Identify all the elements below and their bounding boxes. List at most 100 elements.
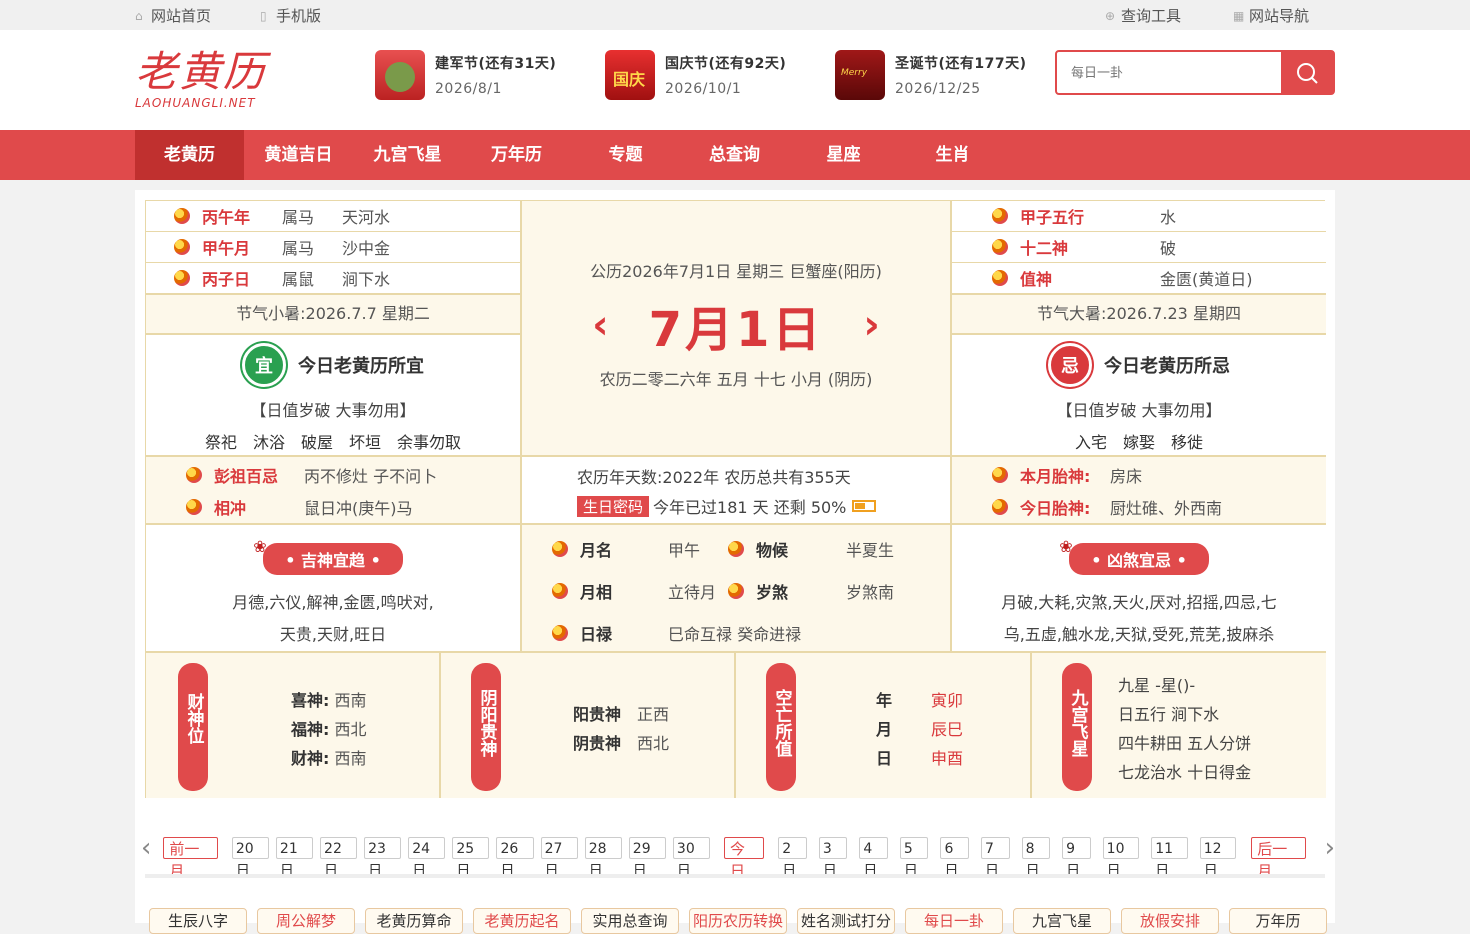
tool-link[interactable]: 万年历: [1229, 908, 1327, 934]
tool-link[interactable]: 阳历农历转换: [689, 908, 787, 934]
tool-link[interactable]: 姓名测试打分: [797, 908, 895, 934]
day-link[interactable]: 22日: [320, 837, 358, 879]
festival-item[interactable]: Merry 圣诞节(还有177天) 2026/12/25: [835, 50, 1027, 100]
caishen-panel: 财神位 喜神: 西南 福神: 西北 财神: 西南: [146, 652, 440, 798]
day-link[interactable]: 6日: [940, 837, 970, 879]
day-link[interactable]: 10日: [1102, 837, 1140, 879]
day-strip: ‹ 前一月 20日 21日 22日 23日 24日 25日 26日 27日 28日 29日 30日 …: [135, 830, 1335, 880]
day-link[interactable]: 29日: [628, 837, 666, 879]
nav-laohuangli[interactable]: 老黄历: [135, 130, 244, 180]
tool-link[interactable]: 九宫飞星: [1013, 908, 1111, 934]
home-link[interactable]: ⌂ 网站首页: [135, 5, 211, 26]
taiji-icon: [174, 270, 190, 286]
birthday-code-button[interactable]: 生日密码: [577, 495, 650, 517]
site-nav-link[interactable]: ▦ 网站导航: [1233, 5, 1309, 26]
tool-link[interactable]: 老黄历起名: [473, 908, 571, 934]
guishen-tag: 阴阳贵神: [471, 663, 501, 791]
wuxing-row: 甲子五行水: [952, 201, 1326, 232]
tool-link[interactable]: 每日一卦: [905, 908, 1003, 934]
nav-huangdaojiri[interactable]: 黄道吉日: [244, 130, 353, 180]
days-progress: 今年已过181 天 还剩 50%: [653, 498, 847, 517]
festival-image: Merry: [835, 50, 885, 100]
nav-zhuanti[interactable]: 专题: [571, 130, 680, 180]
day-link[interactable]: 3日: [818, 837, 848, 879]
ganzhi-row: 丙午年 属马 天河水: [146, 201, 520, 232]
day-link[interactable]: 27日: [540, 837, 578, 879]
prev-month-button[interactable]: 前一月: [163, 837, 218, 880]
tools-link[interactable]: ⊕ 查询工具: [1105, 5, 1181, 26]
tool-link[interactable]: 实用总查询: [581, 908, 679, 934]
divider: [145, 874, 1325, 878]
tool-links: 生辰八字 周公解梦 老黄历算命 老黄历起名 实用总查询 阳历农历转换 姓名测试打分 每日一卦九…: [149, 908, 1327, 934]
day-link[interactable]: 25日: [452, 837, 490, 879]
site-logo[interactable]: 老黄历 LAOHUANGLI.NET: [135, 48, 275, 118]
days-total: 农历年天数:2022年 农历总共有355天: [577, 468, 851, 487]
tool-link[interactable]: 生辰八字: [149, 908, 247, 934]
day-link[interactable]: 4日: [859, 837, 888, 879]
jiugong-panel: 九宫飞星 九星 -星()- 日五行 涧下水 四牛耕田 五人分饼 七龙治水 十日得…: [1031, 652, 1326, 798]
taiji-icon: [992, 499, 1008, 515]
tool-link[interactable]: 周公解梦: [257, 908, 355, 934]
yi-badge: 宜: [242, 343, 286, 387]
taiji-icon: [992, 467, 1008, 483]
wuxing-row: 十二神破: [952, 232, 1326, 263]
nav-xingzuo[interactable]: 星座: [789, 130, 898, 180]
taiji-icon: [992, 239, 1008, 255]
yi-title: 今日老黄历所宜: [298, 356, 424, 377]
taiji-icon: [186, 467, 202, 483]
day-link[interactable]: 28日: [584, 837, 622, 879]
guishen-panel: 阴阳贵神 阳贵神 正西 阴贵神 西北: [440, 652, 735, 798]
today-button[interactable]: 今日: [724, 837, 765, 880]
tool-link[interactable]: 老黄历算命: [365, 908, 463, 934]
day-link[interactable]: 8日: [1021, 837, 1051, 879]
day-link[interactable]: 23日: [364, 837, 402, 879]
day-link[interactable]: 7日: [981, 837, 1010, 879]
festival-item[interactable]: 国庆 国庆节(还有92天) 2026/10/1: [605, 50, 786, 100]
taiji-icon: [728, 541, 744, 557]
jieqi-left: 节气小暑:2026.7.7 星期二: [146, 294, 521, 334]
wuxing-list: 甲子五行水 十二神破 值神 金匮(黄道日): [951, 201, 1326, 294]
taiji-icon: [992, 208, 1008, 224]
day-link[interactable]: 21日: [275, 837, 314, 879]
yueming-panel: 月名 甲午 物候 半夏生 月相 立待月 岁煞 岁煞南 日禄 巳命互禄 癸命进禄: [521, 524, 951, 652]
day-link[interactable]: 24日: [408, 837, 446, 879]
day-link[interactable]: 20日: [231, 837, 269, 879]
mobile-link[interactable]: ▯ 手机版: [260, 5, 321, 26]
chevron-left-icon[interactable]: ‹: [141, 833, 151, 863]
day-link[interactable]: 12日: [1199, 837, 1237, 879]
taiji-icon: [552, 583, 568, 599]
search-box: [1055, 50, 1335, 95]
chevron-right-icon[interactable]: ›: [1325, 833, 1335, 863]
tool-link[interactable]: 放假安排: [1121, 908, 1219, 934]
nav-wannianli[interactable]: 万年历: [462, 130, 571, 180]
jishen-ribbon: ❀ • 吉神宜趋 •: [253, 537, 403, 575]
search-input[interactable]: [1057, 52, 1281, 93]
days-panel: 农历年天数:2022年 农历总共有355天 生日密码 今年已过181 天 还剩 …: [521, 456, 951, 524]
festival-image: [375, 50, 425, 100]
date-panel: 公历2026年7月1日 星期三 巨蟹座(阳历) ‹ 7月1日 › 农历二零二六年…: [521, 201, 951, 456]
ji-items: 入宅 嫁娶 移徙: [1074, 433, 1203, 452]
yi-panel: 宜 今日老黄历所宜 【日值岁破 大事勿用】 祭祀 沐浴 破屋 坏垣 余事勿取: [146, 334, 521, 456]
jieqi-right: 节气大暑:2026.7.23 星期四: [951, 294, 1326, 334]
ganzhi-list: 丙午年 属马 天河水 甲午月 属马 沙中金 丙子日 属鼠 涧下水: [146, 201, 521, 294]
top-bar: ⌂ 网站首页 ▯ 手机版 ⊕ 查询工具 ▦ 网站导航: [0, 0, 1470, 30]
next-day-icon[interactable]: ›: [863, 302, 879, 348]
prev-day-icon[interactable]: ‹: [592, 302, 608, 348]
taiji-icon: [174, 208, 190, 224]
caishen-tag: 财神位: [178, 663, 208, 791]
next-month-button[interactable]: 后一月: [1251, 837, 1306, 880]
big-date: 7月1日: [648, 302, 824, 358]
nav-jiugongfeixing[interactable]: 九宫飞星: [353, 130, 462, 180]
day-link[interactable]: 5日: [899, 837, 929, 879]
day-link[interactable]: 9日: [1062, 837, 1091, 879]
day-link[interactable]: 26日: [496, 837, 534, 879]
day-link[interactable]: 2日: [778, 837, 807, 879]
ji-panel: 忌 今日老黄历所忌 【日值岁破 大事勿用】 入宅 嫁娶 移徙: [951, 334, 1326, 456]
day-link[interactable]: 30日: [672, 837, 711, 879]
ganzhi-row: 甲午月 属马 沙中金: [146, 232, 520, 263]
nav-zongchaxun[interactable]: 总查询: [680, 130, 789, 180]
nav-shengxiao[interactable]: 生肖: [898, 130, 1007, 180]
search-button[interactable]: [1281, 52, 1333, 93]
festival-item[interactable]: 建军节(还有31天) 2026/8/1: [375, 50, 556, 100]
day-link[interactable]: 11日: [1151, 837, 1188, 879]
